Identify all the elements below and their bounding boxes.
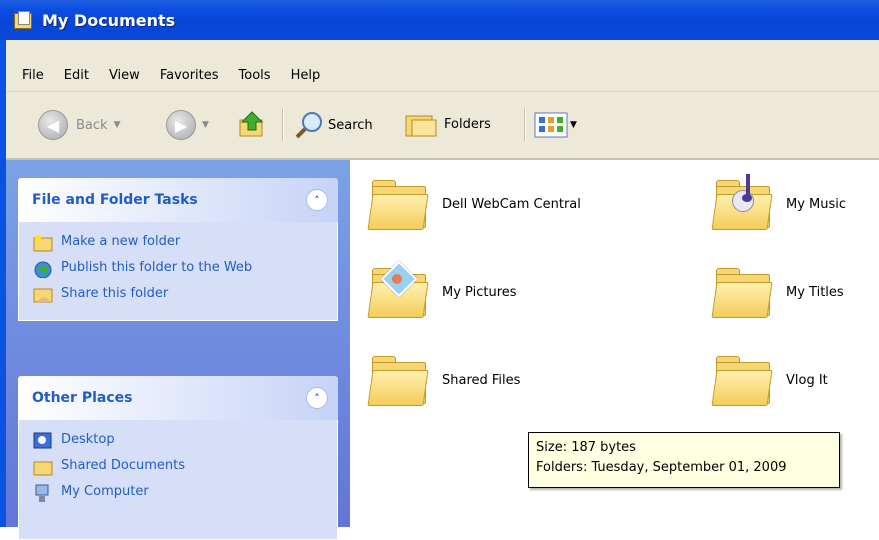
menu-tools[interactable]: Tools: [229, 68, 281, 83]
my-documents-icon: [12, 11, 34, 29]
menu-file[interactable]: File: [12, 68, 54, 83]
back-dropdown-icon[interactable]: ▼: [114, 120, 121, 130]
place-desktop[interactable]: Desktop: [33, 432, 327, 450]
folder-icon: [367, 352, 429, 408]
folder-icon: [711, 264, 773, 320]
folder-label: My Music: [786, 196, 847, 212]
title-bar[interactable]: My Documents: [0, 0, 879, 40]
tooltip-folders: Folders: Tuesday, September 01, 2009: [536, 460, 787, 475]
collapse-chevron-icon[interactable]: ˄: [306, 387, 328, 409]
folder-label: My Pictures: [442, 284, 517, 300]
folder-label: Vlog It: [786, 372, 828, 388]
task-label: Make a new folder: [61, 234, 181, 249]
search-icon: [295, 112, 322, 139]
place-my-computer[interactable]: My Computer: [33, 484, 327, 502]
task-publish-to-web[interactable]: Publish this folder to the Web: [33, 260, 327, 278]
back-arrow-icon: ◀: [38, 110, 68, 140]
task-share-folder[interactable]: Share this folder: [33, 286, 327, 304]
new-folder-icon: [33, 235, 53, 252]
shared-documents-icon: [33, 461, 53, 476]
place-label: My Computer: [61, 484, 149, 499]
tooltip-size: Size: 187 bytes: [536, 440, 636, 455]
menu-view[interactable]: View: [99, 68, 150, 83]
toolbar-separator: [524, 108, 526, 142]
back-label: Back: [76, 117, 108, 133]
toolbar: ◀ Back ▼ ▶ ▼ Search Folders ▼: [6, 92, 879, 160]
menu-bar: File Edit View Favorites Tools Help: [6, 60, 879, 92]
file-folder-tasks-header[interactable]: File and Folder Tasks ˄: [18, 178, 338, 222]
folder-icon: [711, 352, 773, 408]
up-folder-button[interactable]: [238, 110, 266, 138]
desktop-icon: [33, 432, 52, 449]
views-grid-icon: [534, 112, 568, 138]
forward-arrow-icon: ▶: [166, 110, 196, 140]
place-label: Shared Documents: [61, 458, 186, 473]
file-folder-tasks-panel: File and Folder Tasks ˄ Make a new folde…: [18, 178, 338, 321]
place-label: Desktop: [61, 432, 115, 447]
folder-item[interactable]: Shared Files: [367, 352, 521, 408]
views-dropdown-icon[interactable]: ▼: [570, 120, 577, 130]
share-folder-icon: [33, 288, 53, 303]
pictures-folder-icon: [367, 260, 429, 320]
folder-item[interactable]: My Music: [711, 174, 847, 232]
music-folder-icon: [711, 174, 773, 232]
search-label: Search: [328, 117, 373, 133]
back-button[interactable]: ◀ Back ▼: [38, 110, 120, 140]
folder-label: My Titles: [786, 284, 844, 300]
other-places-title: Other Places: [32, 390, 133, 406]
folder-item[interactable]: My Titles: [711, 264, 844, 320]
views-button[interactable]: ▼: [534, 112, 577, 138]
folder-label: Shared Files: [442, 372, 521, 388]
folder-item[interactable]: Vlog It: [711, 352, 828, 408]
menu-help[interactable]: Help: [281, 68, 331, 83]
forward-button[interactable]: ▶ ▼: [166, 110, 209, 140]
menu-edit[interactable]: Edit: [54, 68, 99, 83]
menu-favorites[interactable]: Favorites: [150, 68, 229, 83]
folder-icon: [367, 176, 429, 232]
collapse-chevron-icon[interactable]: ˄: [306, 189, 328, 211]
folders-label: Folders: [444, 116, 491, 132]
up-folder-icon: [239, 111, 264, 137]
other-places-body: Desktop Shared Documents My Computer: [18, 420, 338, 540]
forward-dropdown-icon[interactable]: ▼: [202, 120, 209, 130]
other-places-header[interactable]: Other Places ˄: [18, 376, 338, 420]
folder-item[interactable]: Dell WebCam Central: [367, 176, 581, 232]
place-shared-documents[interactable]: Shared Documents: [33, 458, 327, 476]
task-pane: File and Folder Tasks ˄ Make a new folde…: [6, 160, 350, 540]
file-folder-tasks-title: File and Folder Tasks: [32, 192, 198, 208]
folders-icon: [405, 115, 437, 137]
file-folder-tasks-body: Make a new folder Publish this folder to…: [18, 222, 338, 321]
task-label: Share this folder: [61, 286, 169, 301]
folder-tooltip: Size: 187 bytes Folders: Tuesday, Septem…: [528, 432, 840, 488]
folder-item[interactable]: My Pictures: [367, 260, 517, 320]
task-label: Publish this folder to the Web: [61, 260, 253, 275]
search-button[interactable]: Search: [294, 110, 373, 140]
window-title: My Documents: [42, 10, 176, 30]
toolbar-separator: [282, 108, 284, 142]
folder-label: Dell WebCam Central: [442, 196, 581, 212]
publish-globe-icon: [34, 261, 52, 278]
task-make-new-folder[interactable]: Make a new folder: [33, 234, 327, 252]
folders-button[interactable]: Folders: [404, 110, 491, 138]
other-places-panel: Other Places ˄ Desktop Shared Documents: [18, 376, 338, 540]
menubar-spacer: [6, 40, 879, 60]
my-computer-icon: [35, 484, 49, 502]
